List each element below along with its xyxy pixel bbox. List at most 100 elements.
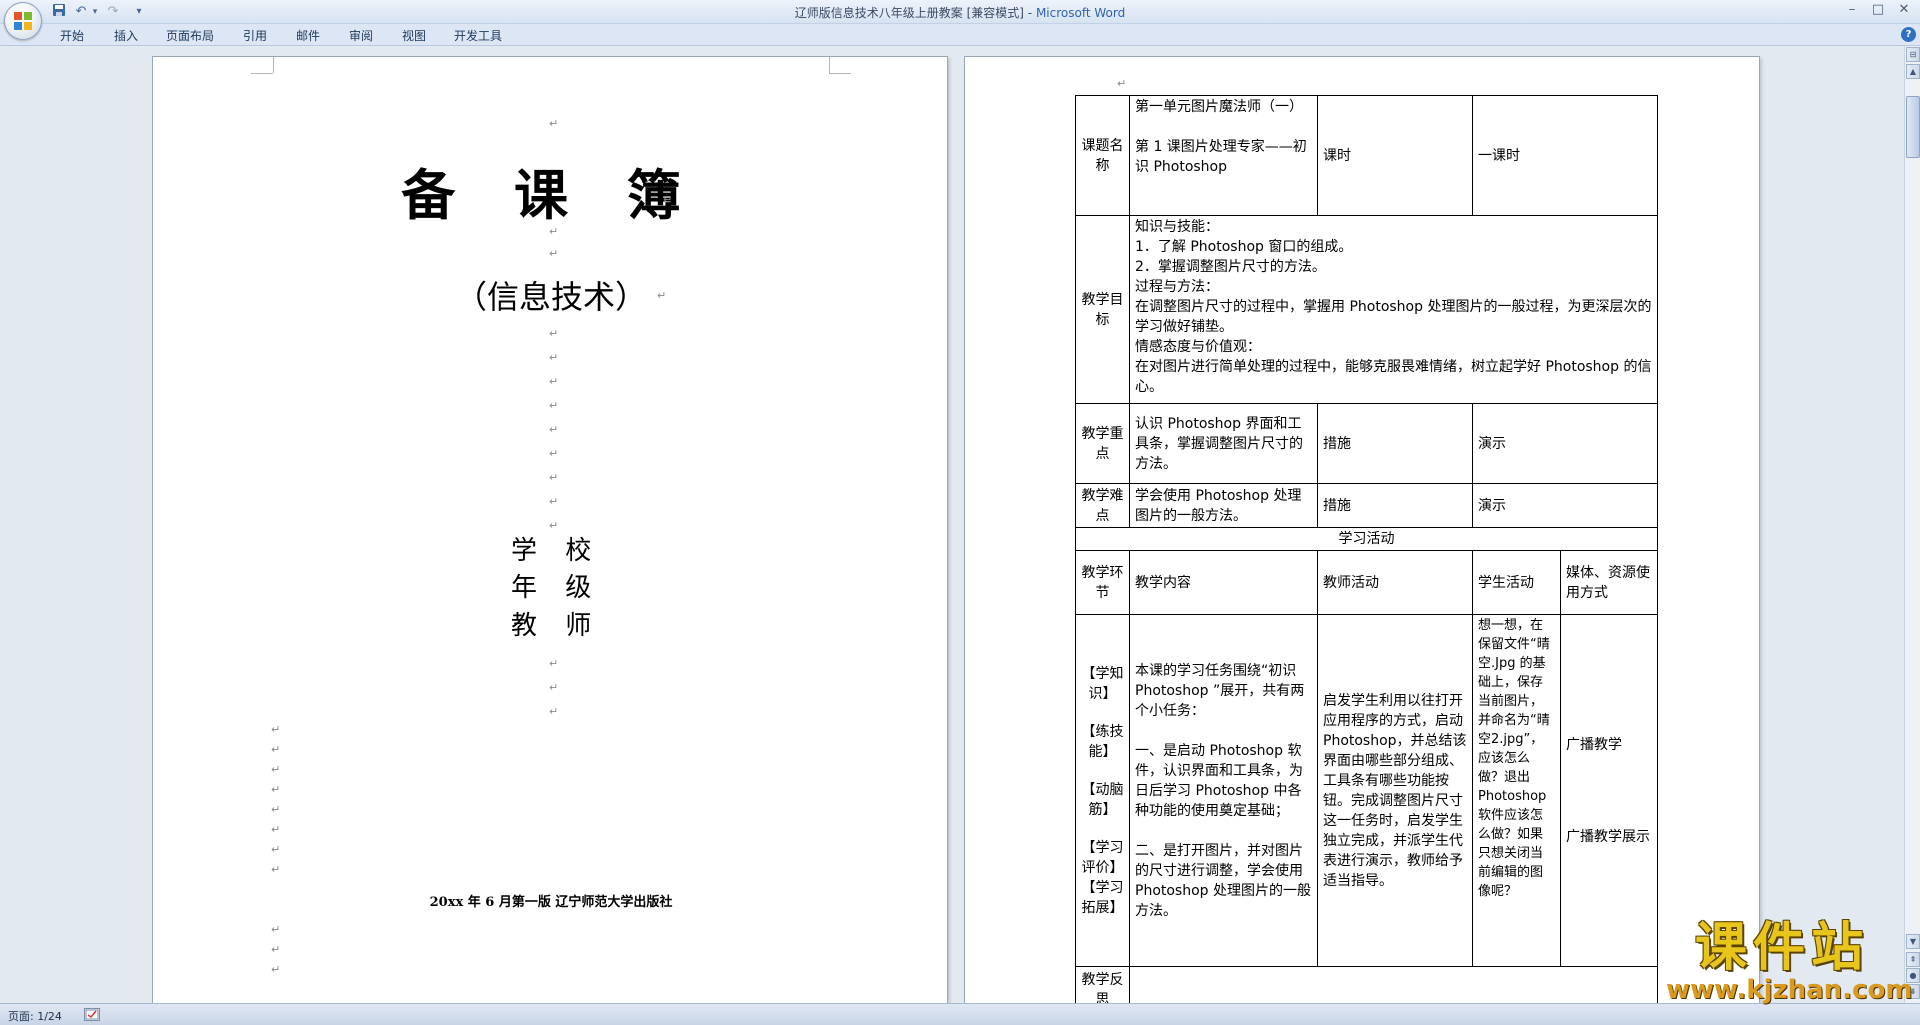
close-button[interactable]: ✕ (1892, 2, 1916, 19)
content-cell[interactable]: 本课的学习任务围绕“初识 Photoshop ”展开，共有两个小任务： 一、是启… (1129, 614, 1318, 967)
reflection-cell[interactable] (1128, 966, 1659, 1003)
paragraph-mark-icon: ↵ (549, 399, 559, 412)
crop-mark (273, 57, 274, 73)
paragraph-mark-icon: ↵ (271, 723, 281, 736)
paragraph-mark-icon: ↵ (271, 863, 281, 876)
page-cover[interactable]: ↵ 备 课 簿 ↵ ↵ ↵ （信息技术） ↵ ↵ ↵ ↵ ↵ ↵ ↵ ↵ ↵ ↵… (152, 56, 948, 1003)
tab-view[interactable]: 视图 (402, 27, 426, 44)
tab-home[interactable]: 开始 (60, 27, 84, 44)
topic-lesson: 第 1 课图片处理专家——初识 Photoshop (1135, 139, 1307, 175)
topic-label: 课题名称 (1075, 95, 1130, 216)
col-teacher: 教师活动 (1317, 550, 1473, 615)
difficulty-value[interactable]: 学会使用 Photoshop 处理图片的一般方法。 (1129, 483, 1318, 528)
paragraph-mark-icon: ↵ (549, 247, 559, 260)
scroll-up-icon[interactable]: ▲ (1906, 64, 1920, 79)
stage-item: 【学习拓展】 (1081, 879, 1124, 916)
keypoint-label: 教学重点 (1075, 403, 1130, 484)
watermark-url: www.kjzhan.com (1666, 975, 1913, 1005)
objectives-line: 知识与技能： (1135, 219, 1219, 235)
reflection-label: 教学反思 (1075, 966, 1130, 1003)
title-separator: - (1023, 6, 1036, 20)
stage-item: 【学习评价】 (1081, 839, 1124, 876)
paragraph-mark-icon: ↵ (271, 943, 281, 956)
media-item: 广播教学 (1566, 736, 1622, 753)
watermark-logo: 课件站 www.kjzhan.com (1666, 920, 1913, 1005)
content-paragraph: 一、是启动 Photoshop 软件，认识界面和工具条，为日后学习 Photos… (1135, 742, 1303, 819)
title-bar: ↶ ▾ ↷ ▾ 辽师版信息技术八年级上册教案 [兼容模式] - Microsof… (0, 0, 1920, 40)
paragraph-mark-icon: ↵ (549, 375, 559, 388)
paragraph-mark-icon: ↵ (271, 923, 281, 936)
keypoint-measure-label: 措施 (1317, 403, 1473, 484)
paragraph-mark-icon: ↵ (549, 681, 559, 694)
status-bar: 页面: 1/24 (0, 1003, 1920, 1025)
hours-value: 一课时 (1471, 95, 1659, 216)
col-media: 媒体、资源使用方式 (1559, 550, 1659, 615)
paragraph-mark-icon: ↵ (271, 763, 281, 776)
cover-title: 备 课 簿 (401, 163, 701, 227)
scroll-down-icon[interactable]: ▼ (1906, 934, 1920, 949)
tab-page-layout[interactable]: 页面布局 (166, 27, 214, 44)
crop-mark (251, 73, 273, 74)
tab-developer[interactable]: 开发工具 (454, 27, 502, 44)
tab-review[interactable]: 审阅 (349, 27, 373, 44)
objectives-line: 在对图片进行简单处理的过程中，能够克服畏难情绪，树立起学好 Photoshop … (1135, 359, 1652, 395)
paragraph-mark-icon: ↵ (657, 289, 667, 302)
hours-label: 课时 (1317, 95, 1473, 216)
paragraph-mark-icon: ↵ (549, 351, 559, 364)
objectives-cell[interactable]: 知识与技能： 1．了解 Photoshop 窗口的组成。 2．掌握调整图片尺寸的… (1128, 215, 1659, 404)
keypoint-value[interactable]: 认识 Photoshop 界面和工具条，掌握调整图片尺寸的方法。 (1129, 403, 1318, 484)
paragraph-mark-icon: ↵ (549, 495, 559, 508)
tab-insert[interactable]: 插入 (114, 27, 138, 44)
paragraph-mark-icon: ↵ (549, 657, 559, 670)
page-indicator[interactable]: 页面: 1/24 (8, 1008, 62, 1024)
media-cell[interactable]: 广播教学 广播教学展示 (1559, 614, 1659, 967)
paragraph-mark-icon: ↵ (549, 471, 559, 484)
content-paragraph: 二、是打开图片，并对图片的尺寸进行调整，学会使用 Photoshop 处理图片的… (1135, 842, 1312, 919)
keypoint-measure-value: 演示 (1471, 403, 1659, 484)
stage-item: 【练技能】 (1081, 723, 1124, 760)
cover-field-school: 学 校 (511, 536, 602, 566)
scrollbar-thumb[interactable] (1906, 96, 1920, 158)
page-lesson-plan[interactable]: ↵ 课题名称 第一单元图片魔法师（一） 第 1 课图片处理专家——初识 Phot… (964, 56, 1760, 1003)
topic-unit: 第一单元图片魔法师（一） (1135, 99, 1303, 115)
proofing-icon[interactable] (84, 1008, 100, 1021)
office-logo-icon (14, 12, 33, 31)
window-title: 辽师版信息技术八年级上册教案 [兼容模式] - Microsoft Word (0, 4, 1920, 21)
vertical-scrollbar[interactable]: ⊟ ▲ ▼ ⇞ ● ⇟ (1904, 46, 1920, 1003)
difficulty-measure-value: 演示 (1471, 483, 1659, 528)
objectives-line: 2．掌握调整图片尺寸的方法。 (1135, 259, 1326, 275)
office-button[interactable] (4, 2, 42, 40)
student-activity[interactable]: 想一想，在保留文件“晴空.Jpg 的基础上，保存当前图片，并命名为“晴空2.jp… (1472, 614, 1561, 967)
objectives-line: 情感态度与价值观： (1135, 339, 1261, 355)
stage-item: 【学知识】 (1081, 665, 1124, 702)
help-icon[interactable]: ? (1901, 27, 1916, 42)
paragraph-mark-icon: ↵ (1117, 77, 1127, 90)
tab-mailings[interactable]: 邮件 (296, 27, 320, 44)
maximize-button[interactable]: □ (1866, 2, 1890, 19)
objectives-line: 1．了解 Photoshop 窗口的组成。 (1135, 239, 1353, 255)
document-area[interactable]: ↵ 备 课 簿 ↵ ↵ ↵ （信息技术） ↵ ↵ ↵ ↵ ↵ ↵ ↵ ↵ ↵ ↵… (0, 46, 1904, 1003)
topic-cell[interactable]: 第一单元图片魔法师（一） 第 1 课图片处理专家——初识 Photoshop (1129, 95, 1318, 216)
paragraph-mark-icon: ↵ (549, 423, 559, 436)
activities-header: 学习活动 (1074, 527, 1659, 551)
col-student: 学生活动 (1472, 550, 1561, 615)
crop-mark (829, 57, 830, 73)
col-stage: 教学环节 (1075, 550, 1130, 615)
paragraph-mark-icon: ↵ (271, 823, 281, 836)
paragraph-mark-icon: ↵ (549, 447, 559, 460)
ruler-toggle-icon[interactable]: ⊟ (1906, 47, 1920, 62)
minimize-button[interactable]: – (1840, 2, 1864, 19)
paragraph-mark-icon: ↵ (271, 803, 281, 816)
difficulty-label: 教学难点 (1075, 483, 1130, 528)
previous-page-icon[interactable]: ⇞ (1906, 952, 1920, 967)
objectives-line: 过程与方法： (1135, 279, 1219, 295)
paragraph-mark-icon: ↵ (271, 963, 281, 976)
paragraph-mark-icon: ↵ (549, 225, 559, 238)
teacher-activity[interactable]: 启发学生利用以往打开应用程序的方式，启动 Photoshop，并总结该界面由哪些… (1317, 614, 1473, 967)
paragraph-mark-icon: ↵ (663, 193, 673, 206)
tab-references[interactable]: 引用 (243, 27, 267, 44)
objectives-line: 在调整图片尺寸的过程中，掌握用 Photoshop 处理图片的一般过程，为更深层… (1135, 299, 1652, 335)
cover-field-grade: 年 级 (511, 573, 602, 603)
lesson-plan-table[interactable]: 课题名称 第一单元图片魔法师（一） 第 1 课图片处理专家——初识 Photos… (1074, 95, 1659, 1003)
col-content: 教学内容 (1129, 550, 1318, 615)
